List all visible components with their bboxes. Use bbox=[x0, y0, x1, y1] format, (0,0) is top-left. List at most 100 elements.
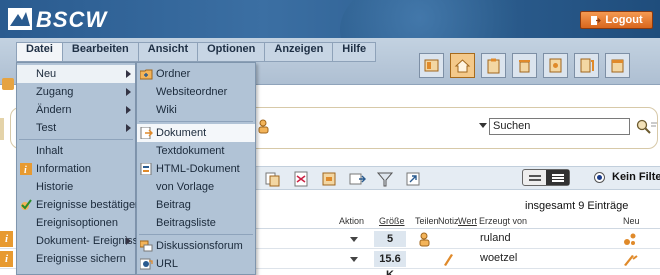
frame-button[interactable] bbox=[419, 53, 444, 78]
search-input[interactable]: Suchen bbox=[489, 118, 630, 135]
owner-cell[interactable]: woetzel bbox=[480, 252, 517, 264]
send-icon[interactable] bbox=[348, 170, 366, 188]
menu-item-inhalt[interactable]: Inhalt bbox=[17, 142, 135, 160]
entry-count: insgesamt 9 Einträge bbox=[525, 200, 629, 212]
submenu-item-dokument[interactable]: Dokument bbox=[137, 124, 255, 142]
members-icon[interactable] bbox=[257, 118, 273, 134]
menu-item-information[interactable]: i Information bbox=[17, 160, 135, 178]
home-button[interactable] bbox=[450, 53, 475, 78]
menu-hilfe[interactable]: Hilfe bbox=[333, 43, 375, 61]
col-wert[interactable]: Wert bbox=[458, 216, 477, 226]
trash-button[interactable] bbox=[512, 53, 537, 78]
submenu-item-label: URL bbox=[156, 258, 179, 270]
frame-icon bbox=[424, 59, 439, 72]
copy-icon[interactable] bbox=[264, 170, 282, 188]
detail-view-icon[interactable] bbox=[546, 170, 569, 185]
edit-event-icon[interactable] bbox=[622, 251, 638, 267]
shared-members-icon[interactable] bbox=[418, 231, 434, 247]
action-dropdown-icon[interactable] bbox=[350, 257, 358, 262]
forum-icon bbox=[140, 240, 153, 252]
submenu-arrow-icon bbox=[126, 237, 131, 245]
submenu-item-textdokument[interactable]: Textdokument bbox=[137, 142, 255, 160]
cut-icon[interactable] bbox=[292, 170, 310, 188]
submenu-item-ordner[interactable]: Ordner bbox=[137, 65, 255, 83]
submenu-item-label: Beitragsliste bbox=[156, 217, 216, 229]
app-header: BSCW Logout bbox=[0, 0, 660, 38]
menu-item-label: Ereignisse bestätigen bbox=[36, 199, 142, 211]
filter-icon[interactable] bbox=[376, 170, 394, 188]
action-dropdown-icon[interactable] bbox=[350, 237, 358, 242]
menu-bearbeiten[interactable]: Bearbeiten bbox=[63, 43, 139, 61]
menu-item-label: Historie bbox=[36, 181, 74, 193]
menu-item-test[interactable]: Test bbox=[17, 119, 135, 137]
view-toggle[interactable] bbox=[522, 169, 570, 186]
archive-icon[interactable] bbox=[320, 170, 338, 188]
neu-submenu: Ordner Websiteordner Wiki Dokument Textd… bbox=[136, 62, 256, 275]
owner-cell[interactable]: ruland bbox=[480, 232, 511, 244]
submenu-item-url[interactable]: URL bbox=[137, 255, 255, 273]
submenu-item-label: Wiki bbox=[156, 104, 177, 116]
search-scope-dropdown-icon[interactable] bbox=[479, 123, 487, 128]
shortcut-toolbar bbox=[419, 53, 630, 78]
submenu-arrow-icon bbox=[126, 124, 131, 132]
submenu-item-html-dokument[interactable]: HTML-Dokument bbox=[137, 160, 255, 178]
submenu-item-label: HTML-Dokument bbox=[156, 163, 240, 175]
submenu-item-websiteordner[interactable]: Websiteordner bbox=[137, 83, 255, 101]
menu-item-ereignisoptionen[interactable]: Ereignisoptionen bbox=[17, 214, 135, 232]
menu-item-historie[interactable]: Historie bbox=[17, 178, 135, 196]
menu-ansicht[interactable]: Ansicht bbox=[139, 43, 199, 61]
menu-item-zugang[interactable]: Zugang bbox=[17, 83, 135, 101]
size-cell: 15.6 K bbox=[374, 251, 406, 275]
filter-radio[interactable] bbox=[594, 172, 605, 183]
menu-item-label: Ändern bbox=[36, 104, 72, 116]
menu-item-aendern[interactable]: Ändern bbox=[17, 101, 135, 119]
new-event-icon[interactable] bbox=[622, 231, 638, 247]
col-notiz: Notiz bbox=[438, 216, 459, 226]
logout-button[interactable]: Logout bbox=[580, 11, 653, 29]
addressbook-button[interactable] bbox=[543, 53, 568, 78]
menu-item-neu[interactable]: Neu bbox=[17, 65, 135, 83]
col-erzeugt: Erzeugt von bbox=[479, 216, 528, 226]
info-icon: i bbox=[20, 163, 32, 175]
submenu-arrow-icon bbox=[126, 70, 131, 78]
menu-separator bbox=[139, 234, 253, 235]
menu-item-label: Zugang bbox=[36, 86, 74, 98]
submenu-item-label: Beitrag bbox=[156, 199, 191, 211]
submenu-arrow-icon bbox=[126, 88, 131, 96]
col-teilen: Teilen bbox=[415, 216, 439, 226]
submenu-item-von-vorlage[interactable]: von Vorlage bbox=[137, 178, 255, 196]
list-view-icon[interactable] bbox=[523, 170, 546, 185]
note-pen-icon[interactable] bbox=[440, 251, 456, 267]
clipboard-button[interactable] bbox=[481, 53, 506, 78]
notepad-button[interactable] bbox=[574, 53, 599, 78]
export-icon[interactable] bbox=[404, 170, 422, 188]
search-icon[interactable] bbox=[636, 119, 658, 135]
submenu-item-label: Diskussionsforum bbox=[156, 240, 243, 252]
menu-datei[interactable]: Datei bbox=[17, 43, 63, 61]
col-groesse[interactable]: Größe bbox=[379, 216, 405, 226]
menu-anzeigen[interactable]: Anzeigen bbox=[265, 43, 334, 61]
calendar-button[interactable] bbox=[605, 53, 630, 78]
submenu-item-beitrag[interactable]: Beitrag bbox=[137, 196, 255, 214]
key-icon[interactable] bbox=[2, 78, 14, 90]
menu-item-ereignisse-sichern[interactable]: Ereignisse sichern bbox=[17, 250, 135, 268]
panel-edge bbox=[0, 118, 4, 140]
calendar-icon bbox=[611, 59, 624, 73]
bscw-logo[interactable]: BSCW bbox=[8, 6, 118, 32]
col-aktion: Aktion bbox=[339, 216, 365, 226]
menu-item-dokument-ereignisse[interactable]: Dokument- Ereignisse bbox=[17, 232, 144, 250]
submenu-item-label: Websiteordner bbox=[156, 86, 228, 98]
submenu-item-diskussionsforum[interactable]: Diskussionsforum bbox=[137, 237, 255, 255]
menu-item-label: Inhalt bbox=[36, 145, 63, 157]
submenu-item-beitragsliste[interactable]: Beitragsliste bbox=[137, 214, 255, 232]
table-header: Aktion Größe Teilen Notiz Wert Erzeugt v… bbox=[255, 213, 660, 229]
notepad-icon bbox=[580, 58, 594, 73]
info-button[interactable]: i bbox=[0, 231, 13, 247]
submenu-item-wiki[interactable]: Wiki bbox=[137, 101, 255, 119]
url-icon bbox=[140, 258, 153, 270]
menu-item-ereignisse-bestaetigen[interactable]: Ereignisse bestätigen bbox=[17, 196, 141, 214]
info-button[interactable]: i bbox=[0, 251, 13, 267]
size-cell: 5 bbox=[374, 231, 406, 247]
menu-optionen[interactable]: Optionen bbox=[198, 43, 266, 61]
logout-label: Logout bbox=[605, 14, 643, 26]
